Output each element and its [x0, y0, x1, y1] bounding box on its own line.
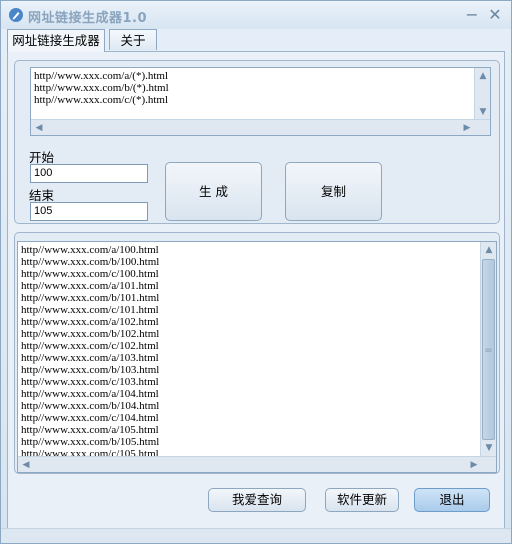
text-line: http//www.xxx.com/c/(*).html: [34, 94, 169, 106]
scroll-right-icon[interactable]: ▶: [466, 457, 482, 472]
scroll-right-icon[interactable]: ▶: [459, 120, 475, 135]
output-lines: http//www.xxx.com/a/100.html http//www.xx…: [21, 244, 159, 460]
text-line: http//www.xxx.com/b/102.html: [21, 328, 160, 340]
text-line: http//www.xxx.com/c/101.html: [21, 304, 159, 316]
text-line: http//www.xxx.com/c/104.html: [21, 412, 159, 424]
text-line: http//www.xxx.com/a/105.html: [21, 424, 159, 436]
text-line: http//www.xxx.com/c/100.html: [21, 268, 159, 280]
template-vscrollbar[interactable]: ▲ ▼: [474, 68, 490, 120]
scroll-left-icon[interactable]: ◀: [18, 457, 34, 472]
close-button[interactable]: ✕: [485, 5, 505, 25]
text-line: http//www.xxx.com/b/104.html: [21, 400, 160, 412]
minimize-button[interactable]: −: [462, 5, 482, 25]
text-line: http//www.xxx.com/b/100.html: [21, 256, 160, 268]
scroll-thumb[interactable]: =: [482, 259, 495, 440]
text-line: http//www.xxx.com/a/104.html: [21, 388, 159, 400]
query-button[interactable]: 我爱查询: [208, 488, 306, 512]
pencil-icon: [9, 8, 23, 22]
output-vscrollbar[interactable]: ▲ = ▼: [480, 242, 496, 457]
scroll-up-icon[interactable]: ▲: [475, 68, 490, 84]
exit-button[interactable]: 退出: [414, 488, 490, 512]
start-input[interactable]: 100: [30, 164, 148, 183]
output-group: http//www.xxx.com/a/100.html http//www.xx…: [14, 232, 500, 474]
template-textarea[interactable]: http//www.xxx.com/a/(*).html http//www.xx…: [30, 67, 491, 136]
template-lines: http//www.xxx.com/a/(*).html http//www.xx…: [34, 70, 169, 106]
text-line: http//www.xxx.com/b/(*).html: [34, 82, 169, 94]
output-hscrollbar[interactable]: ◀ ▶: [18, 456, 496, 472]
scroll-down-icon[interactable]: ▼: [475, 104, 490, 120]
window-title: 网址链接生成器1.0: [28, 11, 148, 26]
template-hscrollbar[interactable]: ◀ ▶: [31, 119, 490, 135]
copy-button[interactable]: 复制: [285, 162, 382, 221]
input-group: http//www.xxx.com/a/(*).html http//www.xx…: [14, 60, 500, 224]
scroll-up-icon[interactable]: ▲: [481, 242, 496, 258]
scroll-down-icon[interactable]: ▼: [481, 440, 496, 456]
end-input[interactable]: 105: [30, 202, 148, 221]
text-line: http//www.xxx.com/a/102.html: [21, 316, 159, 328]
tab-about[interactable]: 关于: [109, 29, 157, 50]
text-line: http//www.xxx.com/a/101.html: [21, 280, 159, 292]
generate-button[interactable]: 生 成: [165, 162, 262, 221]
title-bar[interactable]: 网址链接生成器1.0 − ✕: [1, 1, 511, 29]
app-window: 网址链接生成器1.0 − ✕ 网址链接生成器 关于 http//www.xxx.…: [0, 0, 512, 544]
tab-page: http//www.xxx.com/a/(*).html http//www.xx…: [7, 51, 505, 539]
text-line: http//www.xxx.com/a/103.html: [21, 352, 159, 364]
scroll-left-icon[interactable]: ◀: [31, 120, 47, 135]
update-button[interactable]: 软件更新: [325, 488, 399, 512]
tab-link-generator[interactable]: 网址链接生成器: [7, 29, 105, 52]
status-strip: [1, 528, 511, 543]
text-line: http//www.xxx.com/c/103.html: [21, 376, 159, 388]
output-textarea[interactable]: http//www.xxx.com/a/100.html http//www.xx…: [17, 241, 497, 473]
text-line: http//www.xxx.com/a/(*).html: [34, 70, 169, 82]
text-line: http//www.xxx.com/c/102.html: [21, 340, 159, 352]
text-line: http//www.xxx.com/b/101.html: [21, 292, 160, 304]
text-line: http//www.xxx.com/a/100.html: [21, 244, 159, 256]
text-line: http//www.xxx.com/b/103.html: [21, 364, 160, 376]
text-line: http//www.xxx.com/b/105.html: [21, 436, 160, 448]
